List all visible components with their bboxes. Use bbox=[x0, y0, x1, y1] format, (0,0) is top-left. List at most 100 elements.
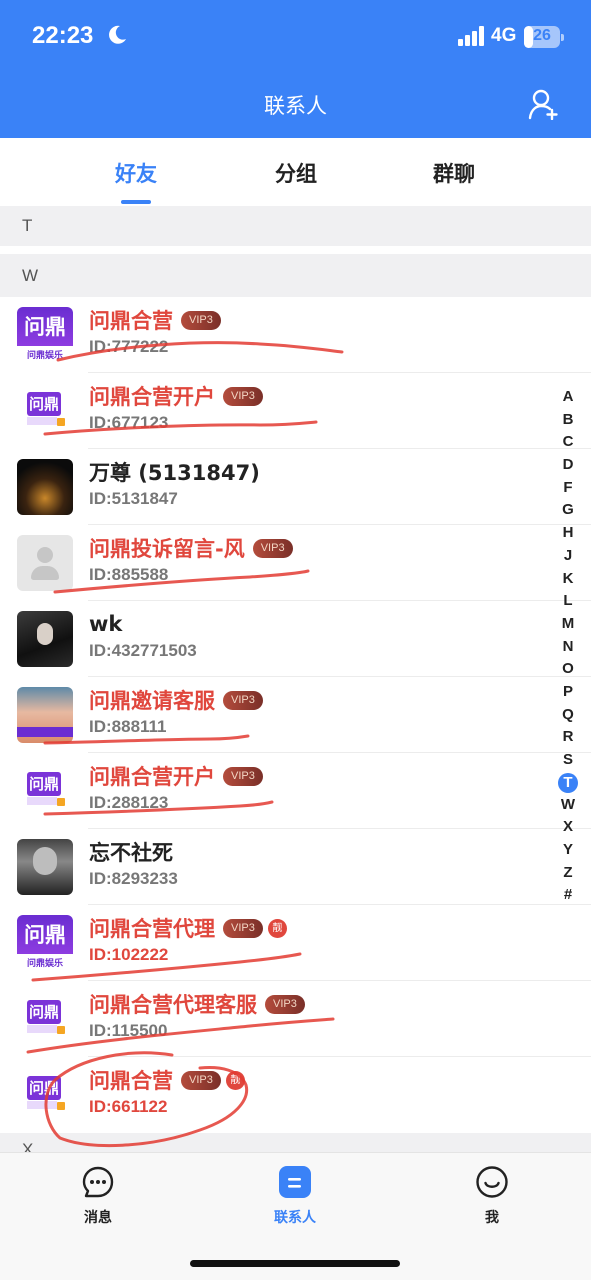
contact-name: 问鼎合营代理 bbox=[89, 917, 215, 941]
contact-name: 问鼎合营开户 bbox=[89, 765, 215, 789]
home-indicator bbox=[190, 1260, 400, 1267]
index-letter[interactable]: W bbox=[556, 794, 580, 817]
contact-row[interactable]: 问鼎 问鼎合营代理客服 VIP3 ID:115500 bbox=[0, 981, 591, 1057]
pretty-number-badge: 靓 bbox=[267, 918, 287, 938]
top-bar: 22:23 4G 26 联系人 bbox=[0, 0, 591, 138]
signal-icon bbox=[458, 26, 484, 46]
index-letter[interactable]: Y bbox=[556, 839, 580, 862]
contact-row[interactable]: 问鼎 问鼎娱乐 问鼎合营 VIP3 ID:777222 bbox=[0, 297, 591, 373]
index-letter[interactable]: Q bbox=[556, 704, 580, 727]
index-letter[interactable]: B bbox=[556, 409, 580, 432]
tab-group-chats[interactable]: 群聊 bbox=[404, 158, 504, 188]
add-contact-icon[interactable] bbox=[528, 88, 560, 120]
tab-label: 消息 bbox=[84, 1210, 112, 1226]
contact-id: ID:432771503 bbox=[89, 641, 197, 660]
network-type: 4G bbox=[491, 25, 517, 46]
tab-friends[interactable]: 好友 bbox=[86, 158, 186, 188]
chat-bubble-icon bbox=[82, 1166, 114, 1198]
contact-avatar: 问鼎 问鼎娱乐 bbox=[17, 307, 73, 363]
contact-name: 问鼎合营 bbox=[89, 309, 173, 333]
section-header-t: T bbox=[0, 206, 591, 246]
smiley-icon bbox=[476, 1166, 508, 1198]
vip-badge: VIP3 bbox=[223, 386, 263, 406]
contact-id: ID:5131847 bbox=[89, 489, 178, 508]
pretty-number-badge: 靓 bbox=[225, 1070, 245, 1090]
contact-row[interactable]: 问鼎 问鼎合营开户 VIP3 ID:677123 bbox=[0, 373, 591, 449]
contact-list: 问鼎 问鼎娱乐 问鼎合营 VIP3 ID:777222 问鼎 问鼎合营开户 VIP3 … bbox=[0, 297, 591, 1133]
status-bar: 22:23 4G 26 bbox=[0, 0, 591, 76]
index-letter[interactable]: S bbox=[556, 749, 580, 772]
contact-id: ID:677123 bbox=[89, 413, 169, 432]
contact-name: 问鼎合营开户 bbox=[89, 385, 215, 409]
index-letter[interactable]: D bbox=[556, 454, 580, 477]
vip-badge: VIP3 bbox=[223, 918, 263, 938]
vip-badge: VIP3 bbox=[181, 1070, 221, 1090]
battery-icon: 26 bbox=[524, 26, 564, 48]
vip-badge: VIP3 bbox=[181, 310, 221, 330]
index-letter[interactable]: K bbox=[556, 568, 580, 591]
index-letter[interactable]: Z bbox=[556, 862, 580, 885]
index-letter[interactable]: A bbox=[556, 386, 580, 409]
index-letter[interactable]: M bbox=[556, 613, 580, 636]
index-letter[interactable]: # bbox=[556, 884, 580, 907]
active-tab-indicator bbox=[121, 200, 151, 204]
contact-name: 问鼎合营 bbox=[89, 1069, 173, 1093]
section-header-w: W bbox=[0, 254, 591, 297]
contact-id: ID:288123 bbox=[89, 793, 169, 812]
index-letter[interactable]: R bbox=[556, 726, 580, 749]
index-letter[interactable]: F bbox=[556, 477, 580, 500]
alphabet-index[interactable]: A B C D F G H J K L M N O P Q R S T W X Y Z # bbox=[556, 386, 580, 907]
tab-contacts[interactable]: 联系人 bbox=[255, 1165, 335, 1227]
index-letter[interactable]: T bbox=[558, 772, 578, 793]
vip-badge: VIP3 bbox=[265, 994, 305, 1014]
contact-id: ID:102222 bbox=[89, 945, 169, 964]
index-letter[interactable]: G bbox=[556, 499, 580, 522]
tab-label: 我 bbox=[485, 1210, 499, 1226]
contact-name: 忘不社死 bbox=[89, 841, 173, 865]
vip-badge: VIP3 bbox=[223, 690, 263, 710]
page-title: 联系人 bbox=[264, 94, 327, 118]
index-letter[interactable]: O bbox=[556, 658, 580, 681]
index-letter[interactable]: L bbox=[556, 590, 580, 613]
contact-avatar: 问鼎 bbox=[24, 390, 66, 432]
tab-messages[interactable]: 消息 bbox=[58, 1165, 138, 1227]
index-letter[interactable]: P bbox=[556, 681, 580, 704]
tab-groups[interactable]: 分组 bbox=[246, 158, 346, 188]
contact-id: ID:8293233 bbox=[89, 869, 178, 888]
contact-avatar bbox=[17, 459, 73, 515]
contact-name: wk bbox=[89, 612, 123, 636]
contact-avatar bbox=[17, 839, 73, 895]
contact-id: ID:777222 bbox=[89, 337, 169, 356]
moon-icon bbox=[109, 25, 126, 44]
contact-row[interactable]: 问鼎 问鼎合营开户 VIP3 ID:288123 bbox=[0, 753, 591, 829]
contact-avatar: 问鼎 bbox=[24, 770, 66, 812]
contact-id: ID:661122 bbox=[89, 1097, 168, 1116]
index-letter[interactable]: X bbox=[556, 816, 580, 839]
contact-id: ID:888111 bbox=[89, 717, 167, 736]
contact-row[interactable]: 问鼎邀请客服 VIP3 ID:888111 bbox=[0, 677, 591, 753]
tab-me[interactable]: 我 bbox=[452, 1165, 532, 1227]
contact-id: ID:115500 bbox=[89, 1021, 168, 1040]
contact-row[interactable]: 问鼎 问鼎娱乐 问鼎合营代理 VIP3 靓 ID:102222 bbox=[0, 905, 591, 981]
contact-row[interactable]: 万尊 (5131847) ID:5131847 bbox=[0, 449, 591, 525]
contact-avatar bbox=[17, 611, 73, 667]
vip-badge: VIP3 bbox=[252, 538, 293, 558]
contact-name: 万尊 (5131847) bbox=[89, 461, 260, 485]
contact-row[interactable]: 问鼎投诉留言-风 VIP3 ID:885588 bbox=[0, 525, 591, 601]
index-letter[interactable]: H bbox=[556, 522, 580, 545]
contact-tabs: 好友 分组 群聊 bbox=[0, 138, 591, 206]
tab-label: 联系人 bbox=[274, 1210, 316, 1226]
index-letter[interactable]: C bbox=[556, 431, 580, 454]
contact-name: 问鼎投诉留言-风 bbox=[89, 537, 245, 561]
contact-avatar: 问鼎 bbox=[24, 998, 66, 1040]
index-letter[interactable]: J bbox=[556, 545, 580, 568]
contact-name: 问鼎邀请客服 bbox=[89, 689, 215, 713]
contact-row[interactable]: 忘不社死 ID:8293233 bbox=[0, 829, 591, 905]
contact-row[interactable]: 问鼎 问鼎合营 VIP3 靓 ID:661122 bbox=[0, 1057, 591, 1133]
index-letter[interactable]: N bbox=[556, 636, 580, 659]
contact-id: ID:885588 bbox=[89, 565, 169, 584]
contact-row[interactable]: wk ID:432771503 bbox=[0, 601, 591, 677]
battery-level: 26 bbox=[533, 27, 551, 44]
status-time: 22:23 bbox=[32, 22, 94, 49]
contact-name: 问鼎合营代理客服 bbox=[89, 993, 257, 1017]
